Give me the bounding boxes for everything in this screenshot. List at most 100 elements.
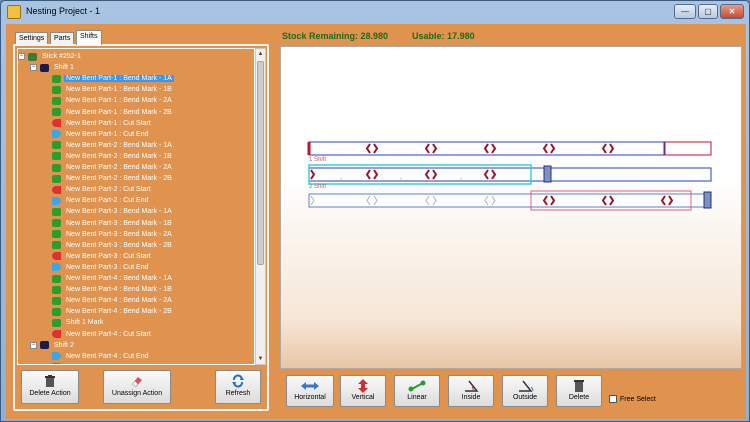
- app-window: Nesting Project - 1 — ▢ ✕ Settings Parts…: [0, 0, 750, 422]
- tree-row-label: New Bent Part-3 : Bend Mark - 1B: [66, 219, 172, 227]
- horizontal-arrow-icon: [301, 382, 319, 390]
- client-area: Settings Parts Shifts − Stick #252-1− Shif…: [6, 24, 746, 419]
- trash-icon: [574, 380, 584, 392]
- delete-button[interactable]: Delete: [556, 375, 602, 407]
- scroll-thumb[interactable]: [257, 61, 264, 265]
- tree-row[interactable]: New Bent Part-1 : Cut Start: [52, 118, 153, 129]
- cutstart-icon: [52, 185, 61, 194]
- horizontal-button[interactable]: Horizontal: [286, 375, 334, 407]
- tree-row-label: New Bent Part-2 : Bend Mark - 2A: [66, 164, 172, 171]
- refresh-icon: [232, 374, 244, 388]
- tree-row[interactable]: New Bent Part-2 : Cut End: [52, 195, 150, 206]
- tree-expander-icon[interactable]: −: [18, 53, 25, 60]
- tree-row-label: New Bent Part-4 : Bend Mark - 2B: [66, 308, 172, 316]
- tree-row-label: New Bent Part-2 : Cut Start: [66, 186, 151, 194]
- tree-row[interactable]: New Bent Part-1 : Bend Mark - 1B: [52, 84, 174, 95]
- tree-row[interactable]: New Bent Part-4 : Bend Mark - 1A: [52, 273, 174, 284]
- app-icon: [7, 5, 21, 19]
- tree-row[interactable]: New Bent Part-2 : Bend Mark - 2B: [52, 173, 174, 184]
- linear-button[interactable]: Linear: [394, 375, 440, 407]
- tree-row[interactable]: New Bent Part-3 : Bend Mark - 2B: [52, 240, 174, 251]
- tree-row[interactable]: New Bent Part-2 : Bend Mark - 1A: [52, 140, 174, 151]
- tree-row[interactable]: New Bent Part-4 : Cut End: [52, 351, 150, 362]
- tree-row-label: New Bent Part-1 : Bend Mark - 2B: [66, 108, 172, 116]
- tree-row-label: New Bent Part-1 : Bend Mark - 1A: [64, 75, 174, 83]
- tree-row[interactable]: New Bent Part-1 : Bend Mark - 2B: [52, 107, 174, 118]
- bend-icon: [52, 207, 61, 216]
- bend-icon: [52, 296, 61, 305]
- tree-row[interactable]: Stick #252-1: [28, 51, 83, 62]
- right-panel: Stock Remaining: 28.980 Usable: 17.980 1…: [276, 26, 746, 414]
- cutstart-icon: [52, 252, 61, 261]
- shifts-tab-panel: − Stick #252-1− Shift 1 New Bent Part-1 : B…: [13, 44, 269, 411]
- tree-row-label: New Bent Part-4 : Bend Mark - 1B: [66, 286, 172, 294]
- bend-icon: [52, 285, 61, 294]
- scroll-down-icon[interactable]: ▼: [256, 354, 265, 364]
- unassign-action-button[interactable]: Unassign Action: [103, 370, 171, 404]
- cutend-icon: [52, 130, 61, 139]
- delete-action-button[interactable]: Delete Action: [21, 370, 79, 404]
- vertical-button[interactable]: Vertical: [340, 375, 386, 407]
- delete-label: Delete: [568, 394, 590, 401]
- tree-expander-icon[interactable]: −: [30, 64, 37, 72]
- tree-row[interactable]: New Bent Part-3 : Cut Start: [52, 251, 153, 262]
- nesting-canvas[interactable]: 1 Shift 2 Shift: [280, 46, 742, 369]
- linear-label: Linear: [407, 394, 427, 401]
- left-panel: Settings Parts Shifts − Stick #252-1− Shif…: [9, 26, 272, 414]
- tree-row[interactable]: New Bent Part-4 : Cut Start: [52, 329, 153, 340]
- tree-row[interactable]: New Bent Part-3 : Bend Mark - 1A: [52, 206, 174, 217]
- tree-row[interactable]: New Bent Part-3 : Cut End: [52, 262, 150, 273]
- refresh-button[interactable]: Refresh: [215, 370, 261, 404]
- bend-icon: [52, 74, 61, 83]
- tree-row[interactable]: New Bent Part-2 : Cut Start: [52, 184, 153, 195]
- usable-value: Usable: 17.980: [412, 31, 475, 41]
- tree-row-label: New Bent Part-3 : Bend Mark - 1A: [66, 208, 172, 216]
- inside-button[interactable]: Inside: [448, 375, 494, 407]
- tree-row-label: Shift 1 Mark: [66, 319, 104, 327]
- minimize-button[interactable]: —: [674, 4, 696, 19]
- tab-shifts[interactable]: Shifts: [76, 30, 102, 45]
- tree-row[interactable]: New Bent Part-2 : Bend Mark - 1B: [52, 151, 174, 162]
- tree-row-label: New Bent Part-4 : Cut End: [66, 352, 149, 360]
- tree-row-label: Shift 1: [54, 64, 74, 72]
- shifts-tree[interactable]: − Stick #252-1− Shift 1 New Bent Part-1 : B…: [17, 48, 255, 365]
- bend-icon: [52, 85, 61, 94]
- close-button[interactable]: ✕: [720, 4, 744, 19]
- vertical-arrow-icon: [358, 379, 368, 393]
- tree-row-label: New Bent Part-2 : Bend Mark - 1B: [66, 152, 172, 160]
- tree-row[interactable]: New Bent Part-1 : Bend Mark - 1A: [52, 73, 174, 84]
- stick-3[interactable]: [308, 190, 712, 211]
- bend-icon: [52, 307, 61, 316]
- tree-row[interactable]: New Bent Part-5 : Bend Mark - 1A: [52, 362, 174, 364]
- stick-1[interactable]: [307, 141, 712, 156]
- free-select-checkbox[interactable]: Free Select: [609, 395, 656, 403]
- tree-row[interactable]: Shift 1 Mark: [52, 317, 105, 328]
- tree-row-label: New Bent Part-2 : Bend Mark - 1A: [66, 141, 172, 149]
- tree-row[interactable]: New Bent Part-1 : Bend Mark - 2A: [52, 95, 174, 106]
- tree-row[interactable]: Shift 2: [40, 340, 76, 351]
- tree-scrollbar[interactable]: ▲ ▼: [255, 48, 266, 365]
- bend-icon: [52, 219, 61, 227]
- checkbox-box[interactable]: [609, 395, 617, 403]
- scroll-up-icon[interactable]: ▲: [256, 49, 265, 59]
- tree-row-label: New Bent Part-2 : Cut End: [66, 197, 149, 205]
- tree-expander-icon[interactable]: −: [30, 341, 37, 349]
- tree-row[interactable]: New Bent Part-3 : Bend Mark - 2A: [52, 229, 174, 240]
- shift-icon: [40, 63, 49, 72]
- tree-row[interactable]: New Bent Part-4 : Bend Mark - 2B: [52, 306, 174, 317]
- stock-remaining: Stock Remaining: 28.980: [282, 31, 389, 41]
- outside-button[interactable]: Outside: [502, 375, 548, 407]
- delete-action-label: Delete Action: [29, 390, 71, 397]
- stick-2[interactable]: [308, 164, 712, 185]
- tree-row[interactable]: New Bent Part-2 : Bend Mark - 2A: [52, 162, 174, 173]
- maximize-button[interactable]: ▢: [698, 4, 718, 19]
- tree-row[interactable]: New Bent Part-4 : Bend Mark - 1B: [52, 284, 174, 295]
- tree-row-label: New Bent Part-3 : Bend Mark - 2B: [66, 241, 172, 249]
- tree-row[interactable]: Shift 1: [40, 62, 76, 73]
- title-bar: Nesting Project - 1 — ▢ ✕: [1, 1, 749, 23]
- refresh-label: Refresh: [225, 390, 251, 397]
- bend-icon: [52, 274, 61, 283]
- tree-row[interactable]: New Bent Part-3 : Bend Mark - 1B: [52, 218, 174, 229]
- tree-row[interactable]: New Bent Part-4 : Bend Mark - 2A: [52, 295, 174, 306]
- tree-row[interactable]: New Bent Part-1 : Cut End: [52, 129, 150, 140]
